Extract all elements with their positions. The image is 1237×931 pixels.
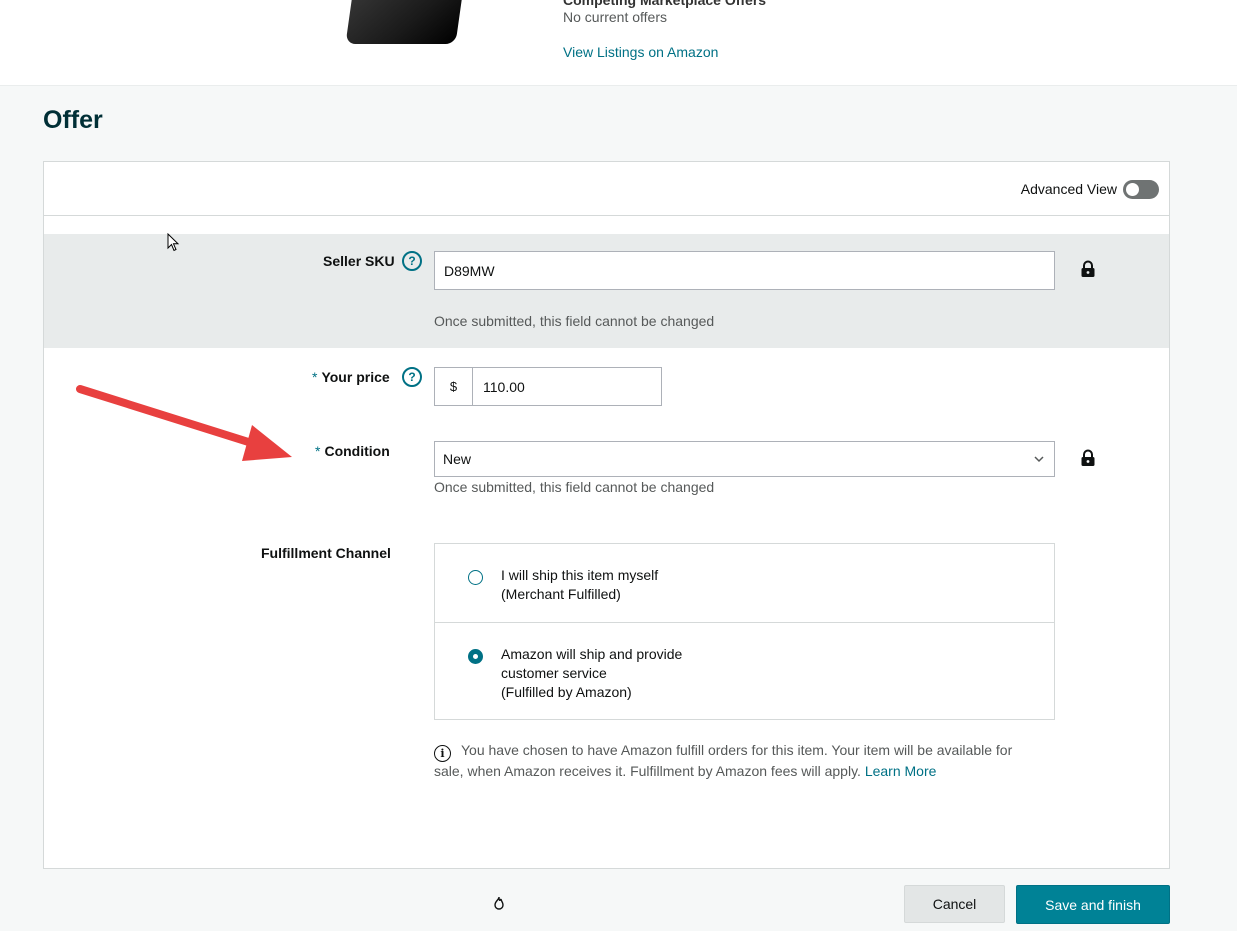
condition-label: * Condition [315, 443, 390, 459]
radio-merchant-fulfilled[interactable] [468, 570, 483, 585]
product-summary: Competing Marketplace Offers No current … [0, 0, 1237, 86]
your-price-label: * Your price [312, 369, 390, 385]
view-listings-link[interactable]: View Listings on Amazon [563, 44, 718, 60]
lock-icon [1081, 260, 1095, 277]
fulfillment-channel-label: Fulfillment Channel [261, 545, 391, 561]
option-line: (Merchant Fulfilled) [501, 586, 621, 602]
product-image [345, 0, 465, 44]
save-and-finish-button[interactable]: Save and finish [1016, 885, 1170, 924]
advanced-view-toggle[interactable] [1123, 180, 1159, 199]
competing-offers-title: Competing Marketplace Offers [563, 0, 767, 8]
fulfillment-option-fba[interactable]: Amazon will ship and provide customer se… [435, 622, 1054, 720]
learn-more-link[interactable]: Learn More [865, 763, 937, 779]
fulfillment-options: I will ship this item myself (Merchant F… [434, 543, 1055, 720]
fulfillment-option-text: Amazon will ship and provide customer se… [501, 645, 682, 702]
seller-sku-input[interactable]: D89MW [434, 251, 1055, 290]
advanced-view-label: Advanced View [1020, 181, 1117, 197]
required-marker: * [315, 443, 321, 459]
condition-label-text: Condition [324, 443, 390, 459]
seller-sku-label: Seller SKU [323, 253, 395, 269]
no-offers-text: No current offers [563, 9, 668, 25]
option-line: I will ship this item myself [501, 567, 659, 583]
option-line: (Fulfilled by Amazon) [501, 684, 632, 700]
lock-icon [1081, 449, 1095, 466]
page-title: Offer [43, 106, 103, 134]
your-price-label-text: Your price [321, 369, 390, 385]
help-icon[interactable]: ? [402, 251, 422, 271]
condition-hint: Once submitted, this field cannot be cha… [434, 479, 715, 495]
toggle-knob [1126, 183, 1139, 196]
required-marker: * [312, 369, 318, 385]
cancel-button[interactable]: Cancel [904, 885, 1005, 923]
mouse-cursor-icon [167, 233, 180, 252]
condition-selected-value: New [443, 451, 472, 467]
fulfillment-option-merchant[interactable]: I will ship this item myself (Merchant F… [435, 544, 1054, 622]
fba-info-message: i You have chosen to have Amazon fulfill … [434, 741, 1034, 781]
option-line: Amazon will ship and provide [501, 646, 683, 662]
seller-sku-section: Seller SKU ? D89MW Once submitted, this … [44, 234, 1169, 348]
condition-select[interactable]: New [434, 441, 1055, 477]
flame-icon [494, 896, 504, 910]
seller-sku-hint: Once submitted, this field cannot be cha… [434, 313, 715, 329]
chevron-down-icon [1034, 456, 1044, 463]
info-icon: i [434, 745, 451, 762]
annotation-arrow [76, 385, 292, 461]
radio-fulfilled-by-amazon[interactable] [468, 649, 483, 664]
option-line: customer service [501, 665, 607, 681]
card-header: Advanced View [44, 162, 1169, 216]
help-icon[interactable]: ? [402, 367, 422, 387]
currency-prefix: $ [435, 368, 473, 405]
price-input[interactable]: 110.00 [473, 368, 661, 405]
fulfillment-option-text: I will ship this item myself (Merchant F… [501, 566, 658, 604]
price-input-group: $ 110.00 [434, 367, 662, 406]
offer-card: Advanced View Seller SKU ? D89MW Once su… [43, 161, 1170, 869]
